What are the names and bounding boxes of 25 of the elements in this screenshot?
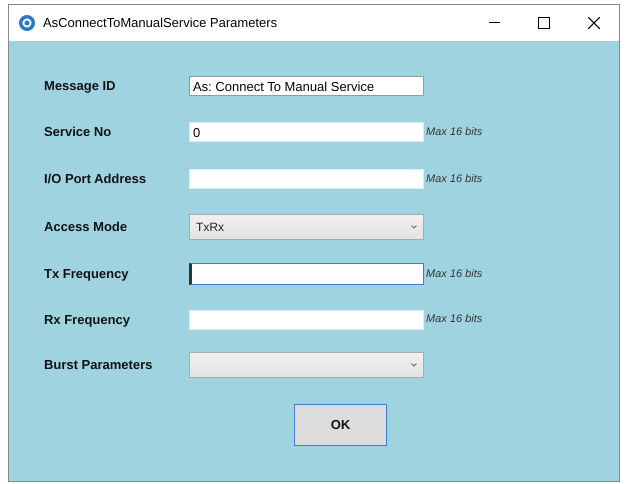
field-label: Rx Frequency <box>43 310 131 329</box>
dropdown[interactable]: TxRx <box>189 214 424 240</box>
minimize-icon <box>488 22 500 24</box>
field-label: Message ID <box>43 77 117 96</box>
text-field[interactable] <box>189 263 424 285</box>
close-icon <box>588 17 600 29</box>
field-label: Service No <box>43 123 112 142</box>
field-label: Access Mode <box>43 218 128 236</box>
field-label: Burst Parameters <box>43 356 154 374</box>
text-field[interactable]: As: Connect To Manual Service <box>189 76 424 96</box>
field-label: I/O Port Address <box>43 170 148 188</box>
hint-text: Max 16 bits <box>426 312 482 328</box>
gear-icon <box>19 15 35 31</box>
ok-button[interactable]: OK <box>294 404 387 446</box>
dropdown-value: TxRx <box>196 219 224 236</box>
chevron-down-icon <box>411 363 417 367</box>
text-field[interactable]: 0 <box>189 122 424 142</box>
field-label: Tx Frequency <box>43 265 130 284</box>
hint-text: Max 16 bits <box>426 266 482 282</box>
maximize-icon <box>538 17 550 29</box>
hint-text: Max 16 bits <box>426 172 482 187</box>
window-title: AsConnectToManualService Parameters <box>43 14 278 32</box>
hint-text: Max 16 bits <box>426 124 482 140</box>
chevron-down-icon <box>411 225 417 229</box>
dropdown[interactable] <box>189 352 424 378</box>
